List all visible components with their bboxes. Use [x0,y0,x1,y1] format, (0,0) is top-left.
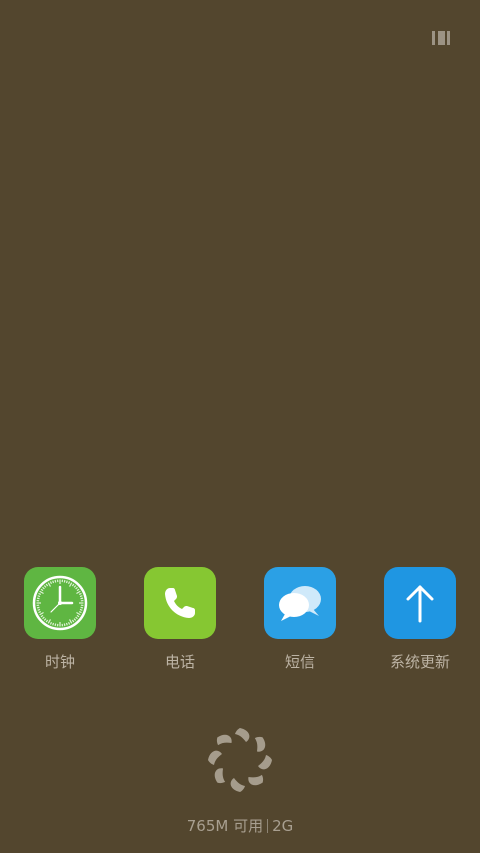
phone-icon [144,567,216,639]
recents-icon[interactable] [432,31,450,45]
clock-icon [24,567,96,639]
messages-icon [264,567,336,639]
app-label: 系统更新 [389,653,450,671]
memory-status: 765M 可用 2G [0,815,480,836]
update-arrow-icon [384,567,456,639]
app-label: 时钟 [44,653,75,671]
memory-total: 2G [272,817,294,835]
recent-apps-row: 时钟 电话 短信 系统更新 [0,567,480,677]
app-clock[interactable]: 时钟 [10,567,110,672]
app-phone[interactable]: 电话 [130,567,230,672]
app-label: 电话 [164,653,195,671]
memory-divider [267,819,269,833]
app-label: 短信 [284,653,315,671]
clean-spinner-icon[interactable] [205,725,275,795]
memory-available: 765M 可用 [186,817,264,835]
app-system-update[interactable]: 系统更新 [370,567,470,672]
app-messages[interactable]: 短信 [250,567,350,672]
